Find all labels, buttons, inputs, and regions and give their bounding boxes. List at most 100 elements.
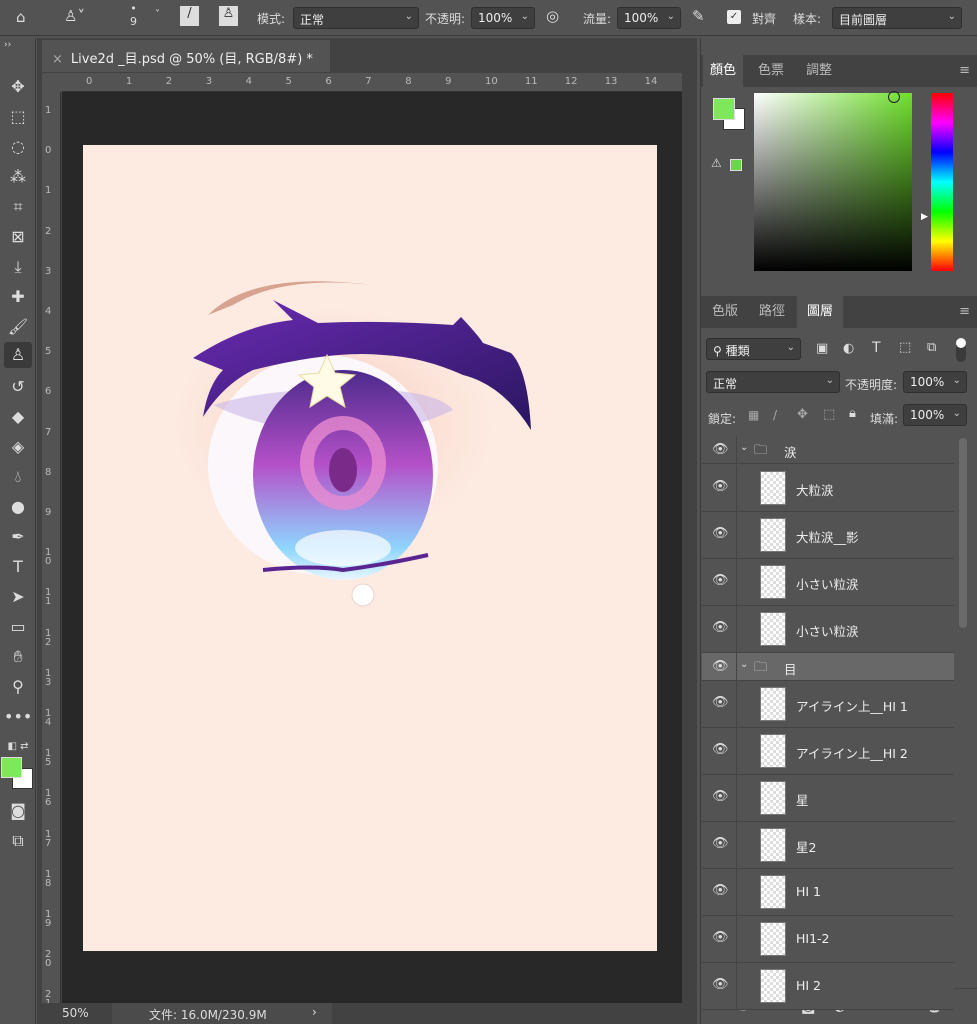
blur-tool-icon[interactable]: 💧︎ <box>4 464 32 490</box>
brush-preset-picker[interactable]: • 9 <box>130 2 137 28</box>
visibility-eye-icon[interactable]: 👁︎ <box>712 442 729 457</box>
lasso-tool-icon[interactable]: ◌ <box>4 134 32 160</box>
visibility-eye-icon[interactable]: 👁︎ <box>712 836 729 851</box>
layer-row[interactable]: 👁︎ HI1-2 <box>702 916 954 963</box>
file-info[interactable]: 文件: 16.0M/230.9M › <box>112 1003 332 1024</box>
visibility-eye-icon[interactable]: 👁︎ <box>712 789 729 804</box>
tab-paths[interactable]: 路徑 <box>749 296 795 328</box>
layer-row[interactable]: 👁︎ HI 1 <box>702 869 954 916</box>
zoom-tool-icon[interactable]: ⚲ <box>4 674 32 700</box>
airbrush-icon[interactable]: ✎ <box>692 7 705 25</box>
dodge-tool-icon[interactable]: ● <box>4 494 32 520</box>
document-canvas[interactable] <box>83 145 657 951</box>
mode-select[interactable]: 正常 ⌄ <box>293 7 419 29</box>
color-field[interactable] <box>754 91 912 271</box>
layer-row[interactable]: 👁︎ 小さい粒涙 <box>702 606 954 653</box>
chevron-down-icon[interactable]: ⌄ <box>740 659 748 670</box>
visibility-eye-icon[interactable]: 👁︎ <box>712 883 729 898</box>
visibility-eye-icon[interactable]: 👁︎ <box>712 977 729 992</box>
layer-row[interactable]: 👁︎ 大粒涙 <box>702 465 954 512</box>
layer-row[interactable]: 👁︎ 星 <box>702 775 954 822</box>
pen-tool-icon[interactable]: ✒ <box>4 524 32 550</box>
paint-bucket-tool-icon[interactable]: ◈ <box>4 434 32 460</box>
move-tool-icon[interactable]: ✥ <box>4 74 32 100</box>
frame-tool-icon[interactable]: ⊠ <box>4 224 32 250</box>
brush-tool-icon[interactable]: 🖌︎ <box>4 314 32 340</box>
crop-tool-icon[interactable]: ⌗ <box>4 194 32 220</box>
color-picker-handle[interactable] <box>888 91 900 103</box>
clone-stamp-tool-icon[interactable]: ♙ <box>4 342 32 368</box>
filter-pixel-icon[interactable]: ▣ <box>816 341 828 356</box>
gamut-swatch[interactable] <box>730 159 742 171</box>
pressure-opacity-icon[interactable]: ◎ <box>546 7 559 25</box>
layer-row[interactable]: 👁︎ アイライン上__HI 1 <box>702 681 954 728</box>
visibility-eye-icon[interactable]: 👁︎ <box>712 742 729 757</box>
history-brush-tool-icon[interactable]: ↺ <box>4 374 32 400</box>
hue-slider[interactable] <box>931 93 953 271</box>
filter-adjustment-icon[interactable]: ◐ <box>843 341 854 356</box>
layer-row[interactable]: 👁︎ 大粒涙__影 <box>702 512 954 559</box>
sample-select[interactable]: 目前圖層 ⌄ <box>832 7 962 29</box>
quick-mask-icon[interactable]: ◙ <box>4 798 32 824</box>
color-panel-foreground[interactable] <box>713 98 735 120</box>
clone-source-icon[interactable]: ♙ <box>219 6 238 26</box>
panel-menu-icon[interactable]: ≡ <box>959 304 970 319</box>
layer-row[interactable]: 👁︎ 小さい粒涙 <box>702 559 954 606</box>
filter-smart-object-icon[interactable]: ⧉ <box>927 340 936 355</box>
tab-channels[interactable]: 色版 <box>703 296 747 328</box>
eraser-tool-icon[interactable]: ◆ <box>4 404 32 430</box>
flow-input[interactable]: 100% ⌄ <box>617 7 681 29</box>
hue-slider-handle[interactable]: ▶ <box>921 212 928 222</box>
marquee-tool-icon[interactable]: ⬚ <box>4 104 32 130</box>
chevron-right-icon[interactable]: › <box>312 1005 317 1019</box>
layer-row[interactable]: 👁︎ HI 2 <box>702 963 954 1010</box>
blend-mode-select[interactable]: 正常 ⌄ <box>706 371 840 393</box>
lock-pixels-icon[interactable]: / <box>773 408 777 422</box>
layers-scrollbar[interactable] <box>959 438 967 628</box>
visibility-eye-icon[interactable]: 👁︎ <box>712 573 729 588</box>
type-tool-icon[interactable]: T <box>4 554 32 580</box>
rectangle-tool-icon[interactable]: ▭ <box>4 614 32 640</box>
lock-artboard-icon[interactable]: ⬚ <box>823 407 835 422</box>
tab-adjustments[interactable]: 調整 <box>795 55 843 87</box>
foreground-color-swatch[interactable] <box>1 757 22 778</box>
hand-tool-icon[interactable]: ✋︎ <box>4 644 32 670</box>
zoom-level[interactable]: 50% <box>62 1006 89 1020</box>
home-icon[interactable]: ⌂ <box>16 8 26 26</box>
magic-wand-tool-icon[interactable]: ⁂ <box>4 164 32 190</box>
visibility-eye-icon[interactable]: 👁︎ <box>712 620 729 635</box>
aligned-checkbox[interactable]: ✓ <box>727 10 741 24</box>
visibility-eye-icon[interactable]: 👁︎ <box>712 659 729 674</box>
lock-position-icon[interactable]: ✥ <box>797 407 808 422</box>
visibility-eye-icon[interactable]: 👁︎ <box>712 479 729 494</box>
visibility-eye-icon[interactable]: 👁︎ <box>712 695 729 710</box>
clone-stamp-preset-icon[interactable]: ♙˅ <box>64 7 85 25</box>
opacity-input[interactable]: 100% ⌄ <box>471 7 535 29</box>
healing-brush-tool-icon[interactable]: ✚ <box>4 284 32 310</box>
more-tools-icon[interactable]: ••• <box>4 704 32 730</box>
panel-menu-icon[interactable]: ≡ <box>959 63 970 78</box>
lock-transparency-icon[interactable]: ▦ <box>748 408 759 422</box>
layer-group-row[interactable]: 👁︎ ⌄ 🗀︎ 目 <box>702 653 954 681</box>
chevron-down-icon[interactable]: ˅ <box>155 9 160 20</box>
brush-settings-icon[interactable]: / <box>180 6 199 26</box>
document-tab[interactable]: × Live2d _目.psd @ 50% (目, RGB/8#) * <box>42 40 330 72</box>
collapse-icon[interactable]: ›› <box>4 38 32 52</box>
layer-group-row[interactable]: 👁︎ ⌄ 🗀︎ 涙 <box>702 436 954 464</box>
filter-type-icon[interactable]: T <box>872 340 881 356</box>
tab-color[interactable]: 顏色 <box>703 55 743 87</box>
gamut-warning-icon[interactable]: ⚠ <box>711 156 722 170</box>
visibility-eye-icon[interactable]: 👁︎ <box>712 526 729 541</box>
visibility-eye-icon[interactable]: 👁︎ <box>712 930 729 945</box>
layer-filter-select[interactable]: ⚲ 種類 ⌄ <box>706 338 801 360</box>
layer-row[interactable]: 👁︎ アイライン上__HI 2 <box>702 728 954 775</box>
filter-toggle[interactable] <box>956 338 966 362</box>
close-tab-icon[interactable]: × <box>52 52 63 67</box>
layer-row[interactable]: 👁︎ 星2 <box>702 822 954 869</box>
filter-shape-icon[interactable]: ⬚ <box>899 340 911 355</box>
eyedropper-tool-icon[interactable]: ⤓ <box>4 254 32 280</box>
screen-mode-icon[interactable]: ⧉ <box>4 828 32 854</box>
tab-layers[interactable]: 圖層 <box>797 296 843 328</box>
layer-opacity-input[interactable]: 100% ⌄ <box>903 371 967 393</box>
fill-input[interactable]: 100% ⌄ <box>903 404 967 426</box>
